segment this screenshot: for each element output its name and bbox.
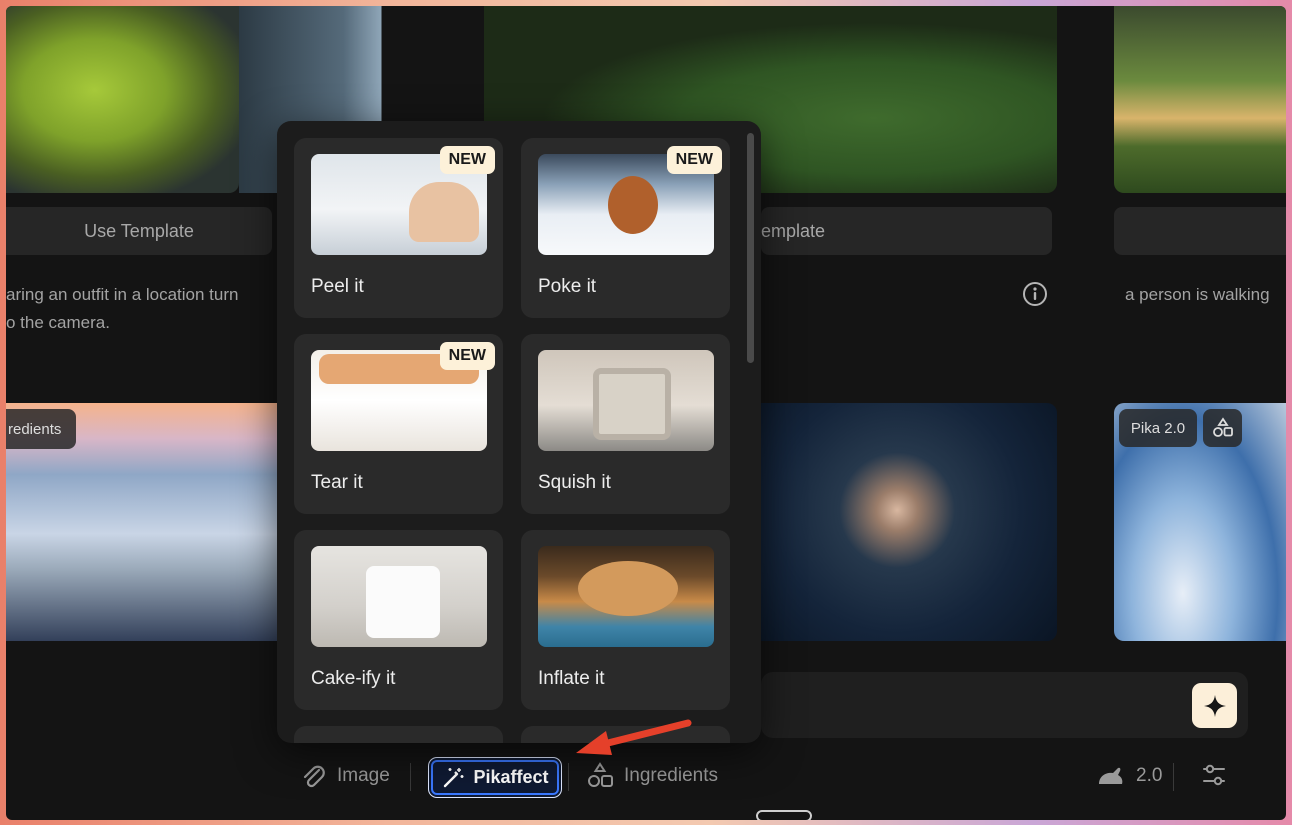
info-icon[interactable] [1022, 281, 1048, 307]
template-caption-line1: aring an outfit in a location turn [6, 285, 239, 304]
generate-button[interactable] [1192, 683, 1237, 728]
popup-scrollbar[interactable] [747, 133, 754, 363]
paperclip-icon [303, 765, 325, 788]
use-template-button-3[interactable] [1114, 207, 1286, 255]
ingredients-button[interactable]: Ingredients [586, 758, 718, 794]
ingredients-label: Ingredients [624, 765, 719, 786]
toolbar-divider [1173, 763, 1174, 791]
pikaffect-card-squish[interactable]: Squish it [521, 334, 730, 514]
model-chip: Pika 2.0 [1119, 409, 1197, 447]
squish-thumbnail [538, 350, 714, 451]
use-template-label: emplate [761, 220, 826, 241]
card-label: Peel it [311, 276, 364, 297]
template-image-green-coat[interactable] [6, 6, 239, 193]
toolbar-divider [410, 763, 411, 791]
pikaffect-button[interactable]: Pikaffect [431, 760, 559, 795]
pikaffect-card-tear[interactable]: NEW Tear it [294, 334, 503, 514]
pikaffect-label: Pikaffect [473, 767, 549, 787]
sparkle-icon [1203, 694, 1226, 717]
pikaffect-card-inflate[interactable]: Inflate it [521, 530, 730, 710]
shapes-icon [588, 762, 613, 787]
pikaffect-card-poke[interactable]: NEW Poke it [521, 138, 730, 318]
prompt-input[interactable] [761, 672, 1248, 738]
image-label: Image [337, 765, 390, 786]
template-image-garden[interactable] [1114, 6, 1286, 193]
new-badge: NEW [439, 146, 495, 174]
use-template-button-2[interactable]: emplate [761, 207, 1052, 255]
inflate-thumbnail [538, 546, 714, 647]
pikaffect-card-partial[interactable] [294, 726, 503, 743]
shapes-icon [1212, 417, 1233, 437]
rabbit-icon [1099, 767, 1123, 784]
settings-sliders-icon[interactable] [1201, 762, 1227, 788]
use-template-button[interactable]: Use Template [6, 207, 272, 255]
shapes-chip [1203, 409, 1242, 447]
card-label: Poke it [538, 276, 597, 297]
model-version: 2.0 [1136, 765, 1163, 786]
template-caption-right: a person is walking [1125, 285, 1270, 304]
magic-wand-icon [444, 767, 464, 787]
pikaffect-popup: NEW Peel it NEW Poke it NEW Tear it Squi… [277, 121, 761, 743]
image-button[interactable]: Image [299, 758, 390, 794]
ingredients-chip: redients [6, 409, 76, 449]
card-label: Cake-ify it [311, 668, 396, 689]
card-label: Tear it [311, 472, 363, 493]
annotation-arrow [576, 719, 692, 755]
new-badge: NEW [666, 146, 722, 174]
template-image-theater[interactable] [761, 403, 1057, 641]
home-indicator [756, 810, 812, 820]
template-caption-line2: o the camera. [6, 313, 110, 332]
card-label: Squish it [538, 472, 611, 493]
pikaffect-card-cakeify[interactable]: Cake-ify it [294, 530, 503, 710]
model-selector[interactable]: 2.0 [1096, 758, 1162, 794]
cakeify-thumbnail [311, 546, 487, 647]
toolbar-divider [568, 763, 569, 791]
new-badge: NEW [439, 342, 495, 370]
card-label: Inflate it [538, 668, 605, 689]
pikaffect-card-peel[interactable]: NEW Peel it [294, 138, 503, 318]
